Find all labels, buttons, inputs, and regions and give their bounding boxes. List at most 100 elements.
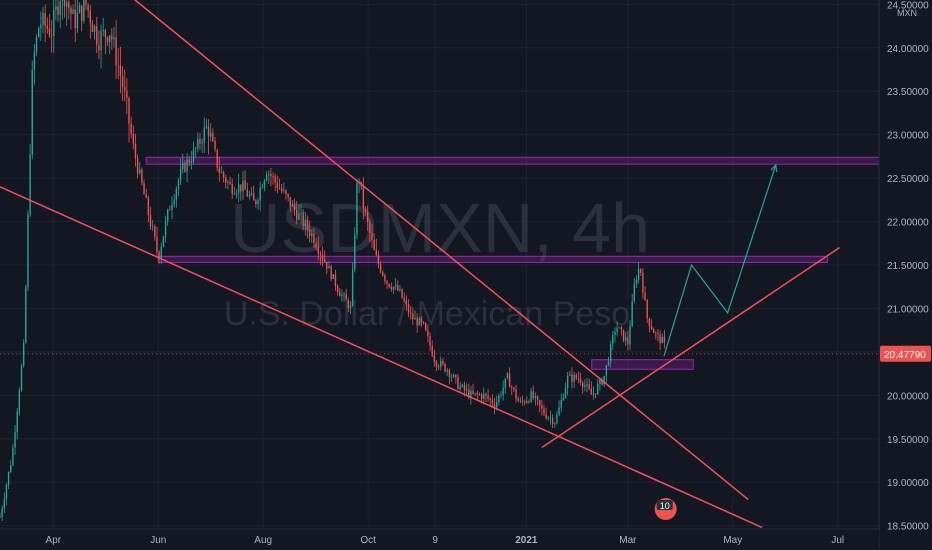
candle-body bbox=[631, 301, 633, 327]
candle-body bbox=[440, 360, 442, 367]
candle-body bbox=[7, 472, 10, 486]
candle-body bbox=[538, 400, 541, 406]
candle-body bbox=[622, 329, 625, 341]
candle-body bbox=[287, 194, 289, 197]
candle-body bbox=[663, 336, 666, 343]
candle-body bbox=[366, 211, 369, 222]
candle-body bbox=[268, 173, 270, 175]
candle-body bbox=[65, 2, 68, 7]
candle-body bbox=[145, 194, 147, 198]
candle-body bbox=[485, 393, 487, 396]
candle-body bbox=[364, 208, 367, 212]
candle-body bbox=[474, 392, 476, 394]
candle-body bbox=[276, 182, 279, 189]
candle-body bbox=[33, 51, 36, 70]
candle-body bbox=[265, 174, 268, 181]
candle-body bbox=[27, 214, 29, 288]
candle-body bbox=[93, 26, 96, 32]
candle-body bbox=[551, 417, 554, 424]
candle-body bbox=[68, 2, 70, 8]
candle-body bbox=[53, 9, 55, 36]
price-tick-label: 18.50000 bbox=[887, 522, 929, 533]
candle-body bbox=[319, 253, 322, 255]
candle-body bbox=[5, 485, 8, 500]
candle-body bbox=[253, 193, 255, 201]
time-tick-label: 2021 bbox=[515, 535, 538, 546]
candle-body bbox=[513, 387, 515, 390]
candle-body bbox=[489, 398, 491, 400]
candle-body bbox=[457, 377, 459, 389]
candle-body bbox=[412, 313, 414, 320]
candle-body bbox=[42, 13, 44, 25]
candle-body bbox=[126, 90, 128, 98]
candle-body bbox=[151, 226, 154, 228]
candle-body bbox=[81, 5, 83, 21]
candle-body bbox=[263, 180, 266, 188]
candle-body bbox=[435, 361, 438, 367]
candle-body bbox=[508, 373, 511, 388]
candle-body bbox=[134, 143, 137, 159]
candle-body bbox=[556, 415, 558, 424]
candle-body bbox=[511, 387, 513, 389]
candle-body bbox=[523, 401, 526, 403]
candle-body bbox=[167, 209, 169, 222]
candle-body bbox=[40, 24, 42, 29]
time-axis-background bbox=[0, 529, 879, 550]
candle-body bbox=[300, 212, 302, 214]
candle-body bbox=[640, 268, 642, 273]
candle-body bbox=[280, 188, 283, 192]
candle-body bbox=[210, 133, 212, 137]
candle-body bbox=[437, 366, 440, 368]
candle-body bbox=[227, 182, 229, 183]
resistance-zone bbox=[145, 156, 880, 165]
candle-body bbox=[76, 12, 79, 29]
currency-label: MXN bbox=[897, 8, 917, 18]
candle-body bbox=[455, 374, 457, 378]
candle-body bbox=[609, 343, 612, 362]
candle-body bbox=[0, 516, 1, 518]
candle-body bbox=[237, 184, 240, 193]
candle-body bbox=[240, 184, 242, 192]
candle-body bbox=[46, 25, 49, 29]
candle-body bbox=[197, 139, 199, 149]
candle-body bbox=[425, 323, 427, 331]
candle-body bbox=[100, 31, 102, 51]
candle-body bbox=[270, 173, 272, 177]
candle-body bbox=[194, 148, 197, 150]
price-chart[interactable]: USDMXN, 4hU.S. Dollar / Mexican Peso24.5… bbox=[0, 0, 932, 550]
candle-body bbox=[521, 400, 524, 402]
candle-body bbox=[83, 0, 85, 21]
candle-body bbox=[463, 384, 466, 391]
candle-body bbox=[334, 274, 337, 287]
candle-body bbox=[274, 176, 276, 183]
candle-body bbox=[625, 337, 627, 341]
candle-body bbox=[201, 142, 203, 144]
candle-body bbox=[384, 275, 386, 281]
candle-body bbox=[296, 209, 298, 220]
candle-body bbox=[18, 390, 21, 412]
candle-body bbox=[459, 386, 461, 389]
chart-root[interactable]: USDMXN, 4h U.S. Dollar / Mexican Peso 24.5… bbox=[0, 0, 932, 550]
candle-body bbox=[207, 126, 210, 137]
candle-body bbox=[401, 289, 403, 298]
candle-body bbox=[498, 395, 500, 403]
candle-body bbox=[3, 499, 6, 509]
candle-body bbox=[588, 384, 590, 389]
candle-body bbox=[311, 233, 313, 237]
candle-body bbox=[554, 423, 556, 424]
candle-body bbox=[98, 44, 100, 51]
candle-body bbox=[491, 399, 494, 404]
candle-body bbox=[248, 194, 251, 197]
candle-body bbox=[184, 162, 186, 172]
candle-body bbox=[502, 387, 504, 396]
candle-body bbox=[143, 183, 145, 195]
candle-body bbox=[257, 200, 259, 204]
candle-body bbox=[633, 283, 636, 302]
candle-body bbox=[104, 30, 107, 38]
candle-body bbox=[495, 402, 498, 408]
candle-body bbox=[569, 374, 571, 376]
candle-body bbox=[644, 292, 646, 301]
candle-body bbox=[231, 183, 233, 194]
candle-body bbox=[242, 180, 244, 192]
candle-body bbox=[515, 389, 517, 399]
